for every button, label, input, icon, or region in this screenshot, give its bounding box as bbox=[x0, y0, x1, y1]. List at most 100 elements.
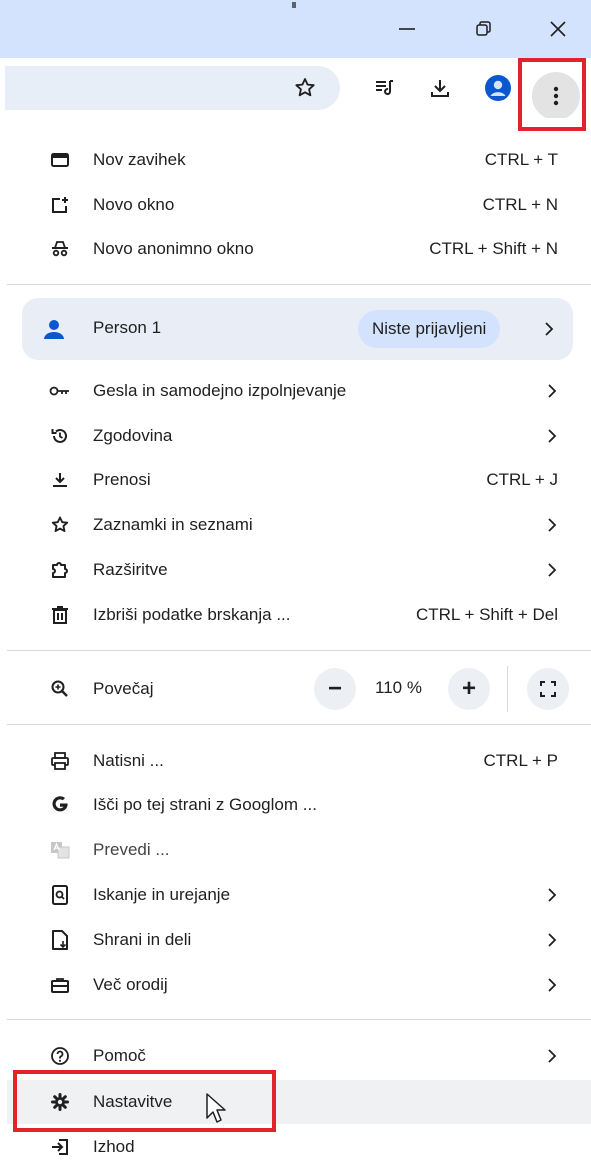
history-icon bbox=[49, 425, 71, 447]
google-icon bbox=[49, 794, 71, 816]
downloads-button[interactable] bbox=[424, 72, 456, 104]
gear-icon bbox=[49, 1091, 71, 1113]
new-tab-shortcut: CTRL + T bbox=[484, 150, 558, 169]
search-google-label: Išči po tej strani z Googlom ... bbox=[93, 795, 317, 814]
download-icon bbox=[49, 469, 71, 491]
find-edit-label: Iskanje in urejanje bbox=[93, 885, 231, 904]
person-icon bbox=[42, 317, 66, 346]
menu-item-settings[interactable]: Nastavitve bbox=[7, 1080, 591, 1124]
zoom-value: 110 % bbox=[375, 678, 422, 697]
chevron-right-icon bbox=[547, 562, 557, 578]
new-tab-icon bbox=[49, 149, 71, 171]
menu-item-passwords[interactable]: Gesla in samodejno izpolnjevanje bbox=[7, 369, 591, 413]
menu-item-history[interactable]: Zgodovina bbox=[7, 414, 591, 458]
zoom-icon bbox=[49, 678, 71, 700]
chevron-right-icon bbox=[547, 932, 557, 948]
history-label: Zgodovina bbox=[93, 426, 173, 445]
menu-item-clear-data[interactable]: Izbriši podatke brskanja ... CTRL + Shif… bbox=[7, 593, 591, 637]
settings-label: Nastavitve bbox=[93, 1092, 173, 1111]
translate-icon bbox=[49, 839, 71, 861]
save-share-icon bbox=[49, 929, 71, 951]
plus-icon: + bbox=[461, 675, 476, 702]
menu-separator bbox=[7, 284, 591, 285]
bookmarks-label: Zaznamki in seznami bbox=[93, 515, 253, 534]
menu-button[interactable] bbox=[532, 72, 580, 120]
menu-item-print[interactable]: Natisni ... CTRL + P bbox=[7, 739, 591, 783]
fullscreen-icon bbox=[540, 681, 556, 697]
menu-item-new-tab[interactable]: Nov zavihek CTRL + T bbox=[7, 138, 591, 182]
chevron-right-icon bbox=[547, 517, 557, 533]
close-window-button[interactable] bbox=[538, 14, 578, 44]
menu-item-new-window[interactable]: Novo okno CTRL + N bbox=[7, 183, 591, 227]
chevron-right-icon bbox=[547, 887, 557, 903]
menu-separator bbox=[7, 650, 591, 651]
minimize-button[interactable] bbox=[387, 14, 427, 44]
restore-button[interactable] bbox=[463, 14, 503, 44]
sign-in-status-badge[interactable]: Niste prijavljeni bbox=[358, 310, 501, 348]
incognito-icon bbox=[49, 238, 71, 260]
key-icon bbox=[49, 380, 71, 402]
menu-item-exit[interactable]: Izhod bbox=[7, 1125, 591, 1169]
printer-icon bbox=[49, 750, 71, 772]
zoom-divider bbox=[507, 666, 508, 712]
clear-data-shortcut: CTRL + Shift + Del bbox=[415, 605, 558, 624]
puzzle-icon bbox=[49, 559, 71, 581]
menu-item-translate[interactable]: Prevedi ... bbox=[7, 828, 591, 872]
profile-name: Person 1 bbox=[93, 318, 162, 337]
clear-data-label: Izbriši podatke brskanja ... bbox=[93, 605, 291, 624]
download-icon bbox=[431, 80, 449, 97]
menu-item-incognito[interactable]: Novo anonimno okno CTRL + Shift + N bbox=[7, 227, 591, 271]
profile-icon bbox=[485, 75, 511, 101]
minus-icon: − bbox=[327, 675, 342, 702]
menu-item-zoom: Povečaj − 110 % + bbox=[7, 666, 591, 712]
restore-icon bbox=[476, 21, 491, 36]
extensions-label: Razširitve bbox=[93, 560, 168, 579]
chevron-right-icon bbox=[544, 321, 554, 342]
reading-list-button[interactable] bbox=[369, 72, 401, 104]
incognito-label: Novo anonimno okno bbox=[93, 239, 254, 258]
chevron-right-icon bbox=[547, 977, 557, 993]
find-page-icon bbox=[49, 884, 71, 906]
mouse-pointer-icon bbox=[205, 1092, 227, 1129]
bookmark-star-button[interactable] bbox=[289, 72, 321, 104]
print-label: Natisni ... bbox=[93, 751, 164, 770]
profile-button[interactable] bbox=[482, 72, 514, 104]
new-window-shortcut: CTRL + N bbox=[482, 195, 558, 214]
menu-item-search-google[interactable]: Išči po tej strani z Googlom ... bbox=[7, 783, 591, 827]
profile-row[interactable]: Person 1 Niste prijavljeni bbox=[22, 298, 573, 360]
menu-item-bookmarks[interactable]: Zaznamki in seznami bbox=[7, 503, 591, 547]
star-icon bbox=[295, 78, 315, 97]
zoom-in-button[interactable]: + bbox=[448, 668, 490, 710]
exit-icon bbox=[49, 1136, 71, 1158]
chrome-main-menu: Nov zavihek CTRL + T Novo okno CTRL + N … bbox=[7, 118, 591, 1156]
menu-item-downloads[interactable]: Prenosi CTRL + J bbox=[7, 458, 591, 502]
minimize-icon bbox=[399, 28, 415, 30]
zoom-out-button[interactable]: − bbox=[314, 668, 356, 710]
more-vertical-icon bbox=[553, 86, 559, 106]
help-icon bbox=[49, 1045, 71, 1067]
menu-separator bbox=[7, 1019, 591, 1020]
menu-item-more-tools[interactable]: Več orodij bbox=[7, 963, 591, 1007]
fullscreen-button[interactable] bbox=[527, 668, 569, 710]
more-tools-label: Več orodij bbox=[93, 975, 168, 994]
menu-item-help[interactable]: Pomoč bbox=[7, 1034, 591, 1078]
new-tab-label: Nov zavihek bbox=[93, 150, 186, 169]
downloads-label: Prenosi bbox=[93, 470, 151, 489]
reading-list-icon bbox=[376, 80, 393, 96]
menu-item-find-edit[interactable]: Iskanje in urejanje bbox=[7, 873, 591, 917]
title-bar bbox=[0, 0, 591, 58]
help-label: Pomoč bbox=[93, 1046, 146, 1065]
menu-separator bbox=[7, 724, 591, 725]
zoom-label: Povečaj bbox=[93, 679, 154, 698]
chevron-right-icon bbox=[547, 428, 557, 444]
chevron-right-icon bbox=[547, 1048, 557, 1064]
star-icon bbox=[49, 514, 71, 536]
downloads-shortcut: CTRL + J bbox=[486, 470, 558, 489]
new-window-label: Novo okno bbox=[93, 195, 175, 214]
menu-item-save-share[interactable]: Shrani in deli bbox=[7, 918, 591, 962]
save-share-label: Shrani in deli bbox=[93, 930, 192, 949]
tab-strip-edge bbox=[292, 2, 296, 8]
menu-item-extensions[interactable]: Razširitve bbox=[7, 548, 591, 592]
print-shortcut: CTRL + P bbox=[483, 751, 558, 770]
exit-label: Izhod bbox=[93, 1137, 135, 1156]
